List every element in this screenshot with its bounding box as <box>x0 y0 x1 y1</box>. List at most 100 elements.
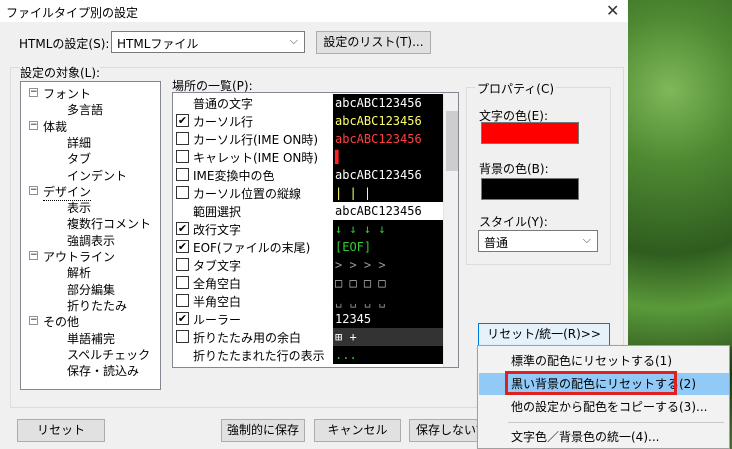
enable-checkbox[interactable] <box>176 150 189 163</box>
settings-target-tree[interactable]: − フォント 多言語 − 体裁 詳細 タブ インデント − デザイン 表示 複数行コメント 強調表示 − ア… <box>20 81 161 390</box>
place-name: EOF(ファイルの末尾) <box>193 241 311 255</box>
tree-item[interactable]: アウトライン <box>43 248 115 265</box>
place-name: 半角空白 <box>193 295 242 309</box>
place-name: 折りたたみ用の余白 <box>193 331 302 345</box>
force-save-button[interactable]: 強制的に保存 <box>221 419 305 442</box>
list-item[interactable]: 折りたたみ用の余白 ⊞ + <box>173 328 443 346</box>
scrollbar-thumb[interactable] <box>446 111 458 171</box>
list-item[interactable]: ✔ EOF(ファイルの末尾) [EOF] <box>173 238 443 256</box>
tree-item[interactable]: 複数行コメント <box>67 215 151 232</box>
tree-item[interactable]: 部分編集 <box>67 281 115 298</box>
list-item[interactable]: 範囲選択 abcABC123456 <box>173 202 443 220</box>
color-preview: ↓ ↓ ↓ ↓ <box>333 220 443 238</box>
tree-item[interactable]: 多言語 <box>67 101 103 118</box>
list-item[interactable]: カーソル位置の縦線 | | | <box>173 184 443 202</box>
close-icon[interactable]: ✕ <box>606 1 619 20</box>
enable-checkbox[interactable] <box>176 258 189 271</box>
enable-checkbox[interactable]: ✔ <box>176 222 189 235</box>
enable-checkbox[interactable] <box>176 330 189 343</box>
tree-collapse-icon[interactable]: − <box>29 316 38 326</box>
place-name: カーソル行 <box>193 115 254 129</box>
bg-color-swatch[interactable] <box>481 178 579 200</box>
tree-item[interactable]: スペルチェック <box>67 346 150 363</box>
tree-collapse-icon[interactable]: − <box>29 251 38 260</box>
tree-collapse-icon[interactable]: − <box>29 185 38 195</box>
list-item[interactable]: タブ文字 > > > > <box>173 256 443 274</box>
list-item[interactable]: IME変換中の色 abcABC123456 <box>173 166 443 184</box>
enable-checkbox[interactable]: ✔ <box>176 114 189 127</box>
list-item[interactable]: ✔ カーソル行 abcABC123456 <box>173 112 443 130</box>
chevron-down-icon: ⌵ <box>582 233 591 246</box>
style-label: スタイル(Y): <box>479 215 548 229</box>
chevron-down-icon: ⌵ <box>289 34 298 47</box>
place-name: 普通の文字 <box>193 97 254 111</box>
tree-item[interactable]: 折りたたみ <box>67 297 127 314</box>
place-name: キャレット(IME ON時) <box>193 151 319 165</box>
color-preview: ... <box>333 346 443 364</box>
list-item[interactable]: 折りたたまれた行の表示... <box>173 346 443 364</box>
list-item[interactable]: 全角空白 □ □ □ □ <box>173 274 443 292</box>
tree-item[interactable]: 表示 <box>67 199 91 216</box>
window-title: ファイルタイプ別の設定 <box>6 6 139 20</box>
color-preview: [EOF] <box>333 238 443 256</box>
tree-item[interactable]: 体裁 <box>43 118 67 135</box>
places-scrollbar[interactable] <box>443 93 458 367</box>
color-preview: ▌ <box>333 148 443 166</box>
reset-button[interactable]: リセット <box>17 419 105 442</box>
list-item[interactable]: ✔ 改行文字 ↓ ↓ ↓ ↓ <box>173 220 443 238</box>
tree-item[interactable]: 単語補完 <box>67 330 115 347</box>
filetype-select[interactable]: HTMLファイル ⌵ <box>111 31 305 53</box>
list-item[interactable]: 半角空白 ␣ ␣ ␣ ␣ <box>173 292 443 310</box>
targets-label: 設定の対象(L): <box>20 64 101 81</box>
list-item[interactable]: キャレット(IME ON時) ▌ <box>173 148 443 166</box>
filetype-label: HTMLの設定(S): <box>19 37 110 51</box>
list-item[interactable]: カーソル行(IME ON時) abcABC123456 <box>173 130 443 148</box>
color-preview: ␣ ␣ ␣ ␣ <box>333 292 443 310</box>
enable-checkbox[interactable] <box>176 132 189 145</box>
places-list[interactable]: 普通の文字 abcABC123456 ✔ カーソル行 abcABC123456 カーソル行… <box>172 92 459 368</box>
enable-checkbox[interactable]: ✔ <box>176 240 189 253</box>
menu-item-reset-standard[interactable]: 標準の配色にリセットする(1) <box>479 350 729 372</box>
place-name: 範囲選択 <box>193 205 242 219</box>
color-preview: > > > > <box>333 256 443 274</box>
filetype-value: HTMLファイル <box>117 37 199 51</box>
tree-item[interactable]: デザイン <box>43 183 92 201</box>
place-name: 改行文字 <box>193 223 242 237</box>
menu-item-copy-colors[interactable]: 他の設定から配色をコピーする(3)... <box>479 396 729 418</box>
enable-checkbox[interactable] <box>176 294 189 307</box>
tree-item[interactable]: その他 <box>43 313 79 330</box>
enable-checkbox[interactable] <box>176 276 189 289</box>
enable-checkbox[interactable]: ✔ <box>176 312 189 325</box>
color-preview: abcABC123456 <box>333 112 443 130</box>
style-select[interactable]: 普通 ⌵ <box>478 230 598 252</box>
text-color-swatch[interactable] <box>481 122 579 144</box>
tree-collapse-icon[interactable]: − <box>29 120 38 130</box>
color-preview: □ □ □ □ <box>333 274 443 292</box>
list-item[interactable]: 普通の文字 abcABC123456 <box>173 94 443 112</box>
highlight-box <box>505 371 677 395</box>
style-value: 普通 <box>484 236 509 250</box>
list-item[interactable]: ✔ ルーラー 12345 <box>173 310 443 328</box>
enable-checkbox[interactable] <box>176 186 189 199</box>
tree-item[interactable]: 解析 <box>67 264 91 281</box>
tree-item[interactable]: インデント <box>67 167 127 184</box>
reset-unify-button[interactable]: リセット/統一(R)>> <box>478 323 610 346</box>
color-preview: 12345 <box>333 310 443 328</box>
tree-item[interactable]: タブ <box>67 150 91 167</box>
menu-separator <box>508 422 724 423</box>
tree-item[interactable]: フォント <box>43 85 91 102</box>
tree-item[interactable]: 保存・読込み <box>67 362 139 379</box>
place-name: ルーラー <box>193 313 242 327</box>
title-bar: ファイルタイプ別の設定 ✕ <box>0 0 628 22</box>
color-preview: abcABC123456 <box>333 202 443 220</box>
enable-checkbox[interactable] <box>176 168 189 181</box>
color-preview: | | | <box>333 184 443 202</box>
tree-collapse-icon[interactable]: − <box>29 88 38 97</box>
tree-item[interactable]: 強調表示 <box>67 232 115 249</box>
bg-color-label: 背景の色(B): <box>479 162 549 176</box>
save-without-button[interactable]: 保存しないで <box>409 419 481 442</box>
cancel-button[interactable]: キャンセル <box>314 419 401 442</box>
settings-list-button[interactable]: 設定のリスト(T)... <box>316 31 431 54</box>
menu-item-unify-colors[interactable]: 文字色／背景色の統一(4)... <box>479 426 729 448</box>
tree-item[interactable]: 詳細 <box>67 134 91 151</box>
